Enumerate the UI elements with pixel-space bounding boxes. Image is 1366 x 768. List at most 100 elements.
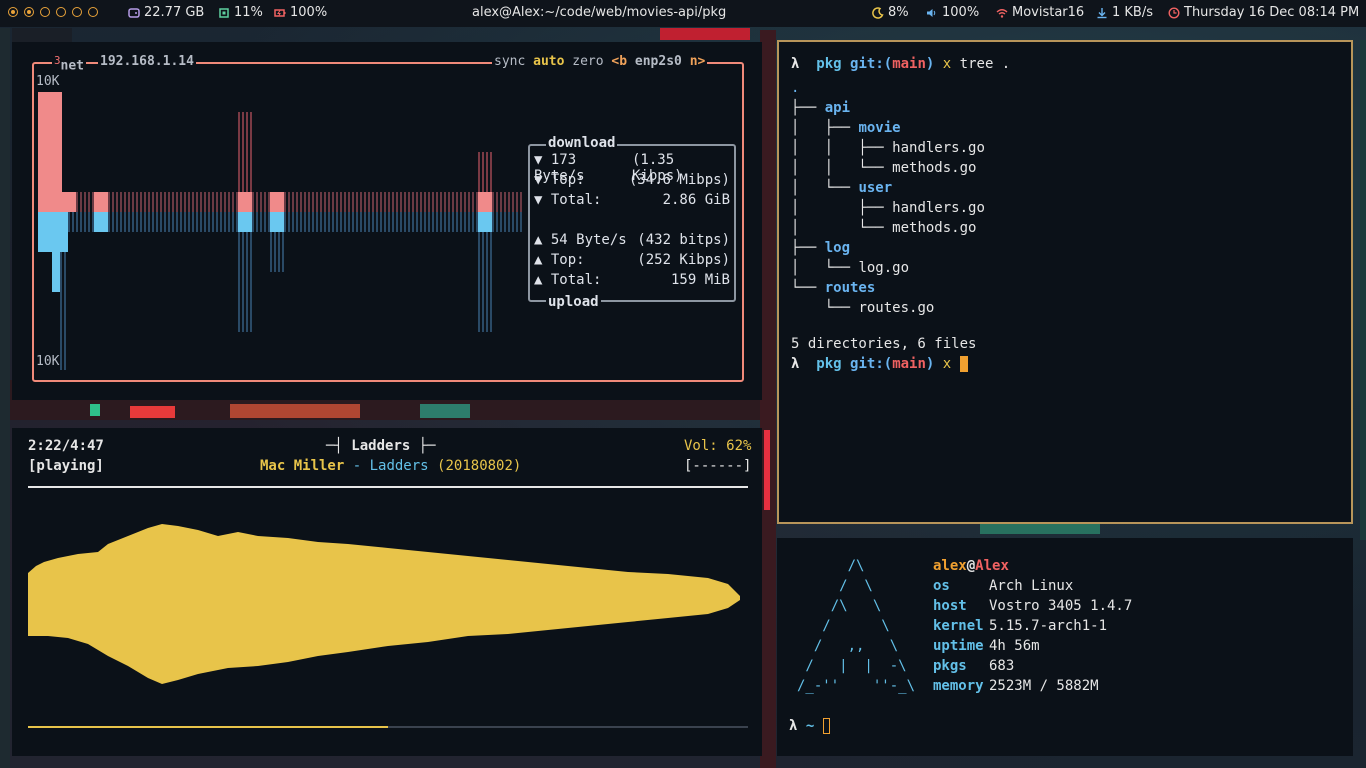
song-name: Ladders [369, 458, 429, 474]
workspace-3[interactable] [40, 7, 50, 17]
workspace-1[interactable] [8, 7, 18, 17]
prompt-dirty: x [942, 56, 952, 72]
fetch-value: 683 [989, 658, 1015, 674]
download-label: download [546, 135, 618, 151]
tree-file: log.go [858, 260, 910, 276]
volume-bar[interactable]: [------] [684, 458, 751, 474]
fetch-row: host Vostro 3405 1.4.7 [933, 598, 1132, 614]
workspace-2[interactable] [24, 7, 34, 17]
fetch-row: pkgs 683 [933, 658, 1014, 674]
prompt-symbol: λ [791, 56, 800, 72]
fetch-user: alex [933, 558, 967, 574]
ul-total: 159 MiB [670, 272, 730, 288]
iface-next-button[interactable]: n> [690, 54, 706, 69]
fetch-key: uptime [933, 638, 984, 654]
tree-file: methods.go [892, 220, 977, 236]
tree-dir: routes [824, 280, 876, 296]
volume-module[interactable]: 100% [926, 5, 979, 20]
brightness-value: 8% [888, 5, 909, 20]
volume-value: 100% [942, 5, 980, 20]
tree-line: ├── api [791, 100, 850, 116]
storage-module[interactable]: 22.77 GB [128, 5, 204, 20]
command-text: tree . [959, 56, 1011, 72]
dl-total: 2.86 GiB [662, 192, 730, 208]
prompt-symbol: λ [791, 356, 800, 372]
tree-line: │ ├── handlers.go [791, 200, 985, 216]
tree-line: │ │ └── methods.go [791, 160, 976, 176]
netspeed-module[interactable]: 1 KB/s [1096, 5, 1153, 20]
music-panel: 2:22/4:47 [playing] ─┤ Ladders ├─ Mac Mi… [12, 428, 762, 756]
prompt-git: git:( [850, 56, 893, 72]
tree-line: │ └── user [791, 180, 892, 196]
divider [28, 486, 748, 488]
tree-line: │ │ ├── handlers.go [791, 140, 985, 156]
dl-top-label: Top: [550, 172, 585, 188]
tree-dir: movie [858, 120, 901, 136]
net-ip: 192.168.1.14 [98, 54, 196, 69]
wifi-icon [996, 8, 1008, 18]
tree-line: │ └── methods.go [791, 220, 976, 236]
now-playing-title-text: Ladders [351, 438, 411, 454]
fetch-key: host [933, 598, 967, 614]
tree-prefix: │ └── [791, 180, 859, 196]
workspace-6[interactable] [88, 7, 98, 17]
dl-top-row: ▼ Top: (34.6 Mibps) [534, 172, 730, 188]
tree-dir: user [858, 180, 893, 196]
net-title: 3net [52, 54, 87, 74]
brightness-module[interactable]: 8% [872, 5, 909, 20]
wifi-module[interactable]: Movistar16 [996, 5, 1084, 20]
dl-total-row: ▼ Total: 2.86 GiB [534, 192, 730, 208]
ul-rate-row: ▲ 54 Byte/s (432 bitps) [534, 232, 730, 248]
arch-logo: /\ / \ /\ \ / \ / ,, \ / | | -\ /_-'' ''… [797, 558, 916, 694]
prompt-symbol: λ [789, 718, 798, 734]
speaker-icon [927, 8, 936, 17]
ul-rate-bits: (432 bitps) [637, 232, 730, 248]
workspace-5[interactable] [72, 7, 82, 17]
ul-top-label: Top: [550, 252, 585, 268]
fetch-value: 5.15.7-arch1-1 [989, 618, 1108, 634]
net-title-label: net [60, 58, 85, 74]
tree-prefix: │ │ └── [791, 160, 893, 176]
tree-line: └── routes [791, 280, 875, 296]
cpu-icon [219, 7, 229, 18]
clock-value: Thursday 16 Dec 08:14 PM [1184, 5, 1360, 20]
ul-top-row: ▲ Top: (252 Kibps) [534, 252, 730, 268]
terminal-window[interactable]: λ pkg git:(main) x tree . . ├── api │ ├── … [777, 40, 1353, 524]
playback-state: [playing] [28, 458, 104, 474]
prompt-cwd: ~ [805, 718, 815, 734]
tree-file: handlers.go [892, 200, 985, 216]
fetch-key: pkgs [933, 658, 967, 674]
cpu-module[interactable]: 11% [218, 5, 263, 20]
song-date: (20180802) [437, 458, 522, 474]
workspace-switcher[interactable] [8, 7, 98, 17]
sync-toggle[interactable]: sync [494, 54, 525, 69]
storage-value: 22.77 GB [144, 5, 205, 20]
workspace-4[interactable] [56, 7, 66, 17]
track-time: 2:22/4:47 [28, 438, 104, 454]
tree-dir: log [824, 240, 851, 256]
progress-track[interactable] [28, 726, 748, 728]
battery-module[interactable]: 100% [274, 5, 327, 20]
top-bar: 22.77 GB 11% 100% alex@Alex:~/code/web/m… [0, 0, 1366, 27]
tree-dir: api [824, 100, 851, 116]
progress-fill [28, 726, 388, 728]
tree-prefix: │ │ ├── [791, 140, 893, 156]
active-command-line: λ pkg git:(main) x [791, 356, 968, 372]
iface-prev-button[interactable]: <b [611, 54, 627, 69]
battery-charging-icon [274, 8, 286, 17]
song-separator: - [344, 458, 370, 474]
clock-module[interactable]: Thursday 16 Dec 08:14 PM [1168, 5, 1359, 20]
ul-rate: 54 Byte/s [550, 232, 627, 248]
fetch-value: 4h 56m [989, 638, 1040, 654]
tree-prefix: │ ├── [791, 200, 893, 216]
command-line: λ pkg git:(main) x tree . [791, 56, 1010, 72]
fetch-row: memory 2523M / 5882M [933, 678, 1099, 694]
clock-icon [1168, 6, 1180, 19]
fetch-panel[interactable]: /\ / \ /\ \ / \ / ,, \ / | | -\ /_-'' ''… [777, 538, 1353, 756]
fetch-prompt: λ ~ [789, 718, 830, 734]
artist: Mac Miller [260, 458, 345, 474]
tree-prefix: ├── [791, 100, 825, 116]
auto-toggle[interactable]: auto [533, 54, 564, 69]
zero-toggle[interactable]: zero [572, 54, 603, 69]
tree-prefix: └── [791, 300, 859, 316]
